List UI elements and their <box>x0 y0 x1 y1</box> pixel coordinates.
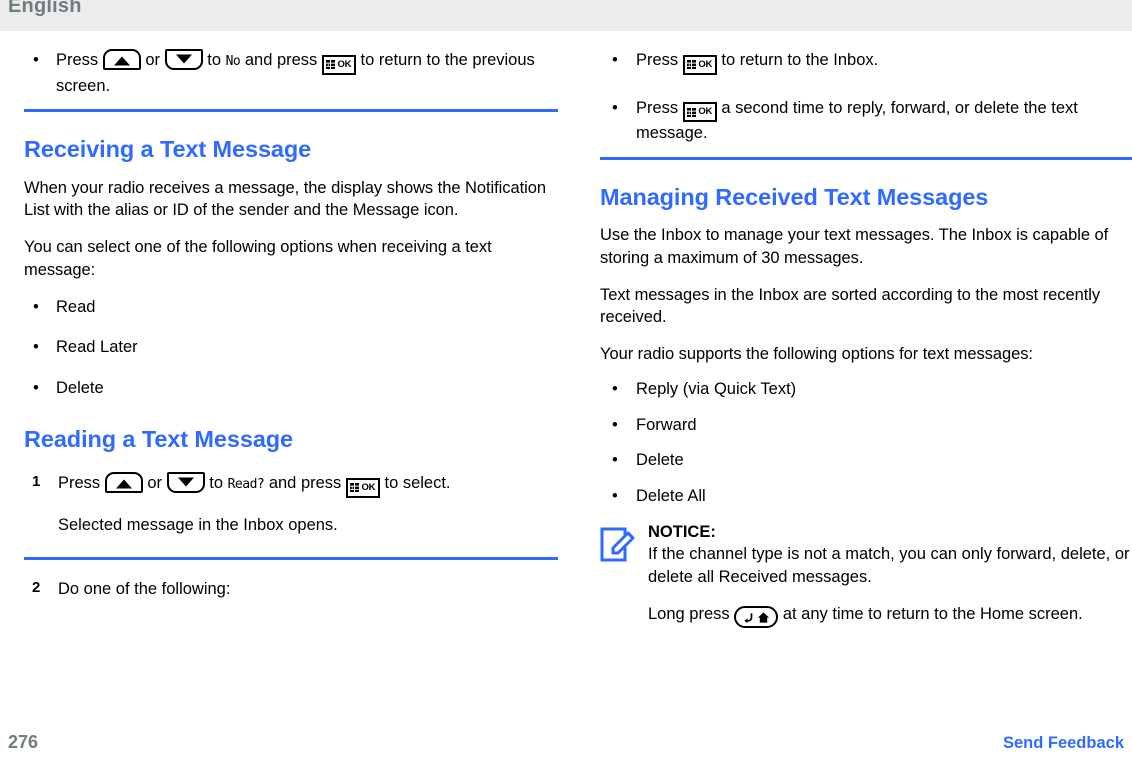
bullet-glyph: • <box>612 379 618 398</box>
ok-key-icon[interactable]: OK <box>321 54 356 75</box>
list-item: • Press or to No and press OK to return … <box>24 49 558 97</box>
lcd-menu-value: No <box>225 54 241 69</box>
bullet-glyph: • <box>612 415 618 434</box>
bullet-glyph: • <box>33 379 39 398</box>
receiving-paragraph-2: You can select one of the following opti… <box>24 238 492 279</box>
option-label: Read <box>56 297 96 316</box>
nav-down-key-icon[interactable] <box>164 49 203 70</box>
list-item: • Delete <box>24 377 558 400</box>
right-column: • Press OK to return to the Inbox. • Pre… <box>600 31 1132 629</box>
managing-paragraph-1: Use the Inbox to manage your text messag… <box>600 226 1109 267</box>
bullet-text-part-b: or <box>145 51 161 69</box>
option-label: Delete <box>56 379 104 398</box>
bullet-glyph: • <box>612 98 618 117</box>
bullet-glyph: • <box>33 297 39 316</box>
notice-title: NOTICE: <box>648 522 716 541</box>
long-press-text-b: at any time to return to the Home screen… <box>782 604 1083 623</box>
step-number: 1 <box>32 473 41 491</box>
long-press-text-a: Long press <box>648 604 730 623</box>
managing-paragraph-3: Your radio supports the following option… <box>600 345 1033 364</box>
step-number: 2 <box>32 578 41 596</box>
menu-grid-icon <box>350 483 360 493</box>
notice-long-press: Long press at any time to return to the … <box>648 603 1132 629</box>
step-2-body: Do one of the following: <box>58 579 231 598</box>
send-feedback-link[interactable]: Send Feedback <box>1003 734 1124 753</box>
page-header-band: English <box>0 0 1132 31</box>
step-text-part-b: or <box>147 474 163 493</box>
option-label: Read Later <box>56 338 138 357</box>
right-top-bullet-list: • Press OK to return to the Inbox. • Pre… <box>600 49 1132 145</box>
left-column: • Press or to No and press OK to return … <box>24 31 558 600</box>
nav-up-key-icon[interactable] <box>104 472 143 494</box>
ok-key-label: OK <box>337 58 352 70</box>
nav-down-key-icon[interactable] <box>166 472 205 494</box>
bullet-glyph: • <box>612 451 618 470</box>
step-2: 2 Do one of the following: <box>24 578 558 601</box>
managing-paragraph-2: Text messages in the Inbox are sorted ac… <box>600 285 1101 327</box>
notice-admonition: NOTICE: If the channel type is not a mat… <box>600 522 1132 629</box>
option-label: Delete <box>636 451 684 470</box>
step-text-part-d: and press <box>268 474 342 493</box>
list-item: • Press OK a second time to reply, forwa… <box>600 97 1132 145</box>
ok-key-label: OK <box>698 106 713 118</box>
bullet-text-part-a: Press <box>56 51 99 69</box>
notice-pencil-icon <box>600 527 635 562</box>
bullet-text-part-c: to <box>207 51 221 69</box>
bullet-glyph: • <box>612 487 618 506</box>
ok-key-icon[interactable]: OK <box>682 54 717 75</box>
menu-grid-icon <box>687 60 697 69</box>
nav-up-key-icon[interactable] <box>102 49 141 70</box>
list-item: • Forward <box>600 414 1132 437</box>
left-top-bullet-list: • Press or to No and press OK to return … <box>24 49 558 97</box>
ok-key-icon[interactable]: OK <box>682 102 717 122</box>
list-item: • Reply (via Quick Text) <box>600 378 1132 401</box>
page-language-label: English <box>8 0 82 17</box>
menu-grid-icon <box>326 60 336 69</box>
list-item: • Delete All <box>600 485 1132 508</box>
step-1-result: Selected message in the Inbox opens. <box>58 515 338 534</box>
option-label: Forward <box>636 415 697 434</box>
home-icon <box>758 612 770 623</box>
page-content: • Press or to No and press OK to return … <box>0 31 1132 725</box>
ok-key-label: OK <box>361 482 376 493</box>
step-1-body: Press or to Read? and press OK to select… <box>58 472 558 536</box>
managing-options-list: • Reply (via Quick Text) • Forward • Del… <box>600 378 1132 508</box>
step-text-part-e: to select. <box>384 474 451 493</box>
bullet-glyph: • <box>33 51 39 69</box>
list-item: • Read <box>24 296 558 319</box>
step-text-part-a: Press <box>58 474 101 493</box>
list-item: • Delete <box>600 449 1132 472</box>
list-item: • Press OK to return to the Inbox. <box>600 49 1132 75</box>
heading-reading-a-text-message: Reading a Text Message <box>24 425 294 452</box>
menu-grid-icon <box>687 107 697 117</box>
bullet-text-part-b: to return to the Inbox. <box>721 51 879 69</box>
step-text-part-c: to <box>209 474 223 493</box>
back-arrow-icon <box>744 613 753 624</box>
bullet-glyph: • <box>33 338 39 357</box>
step-1: 1 Press or to Read? and press OK to sele… <box>24 472 558 536</box>
ok-key-label: OK <box>698 58 713 70</box>
receiving-paragraph-1: When your radio receives a message, the … <box>24 178 547 220</box>
option-label: Reply (via Quick Text) <box>636 379 797 398</box>
receiving-options-list: • Read • Read Later • Delete <box>24 296 558 400</box>
bullet-text-part-d: and press <box>244 51 318 69</box>
page-footer: 276 Send Feedback <box>0 725 1132 762</box>
list-item: • Read Later <box>24 336 558 359</box>
bullet-text-part-a: Press <box>636 98 679 117</box>
ok-key-icon[interactable]: OK <box>345 477 380 498</box>
option-label: Delete All <box>636 487 706 506</box>
heading-receiving-a-text-message: Receiving a Text Message <box>24 136 312 163</box>
back-home-key-icon[interactable] <box>734 606 779 629</box>
page-number: 276 <box>8 732 39 752</box>
notice-body: If the channel type is not a match, you … <box>648 545 1130 587</box>
bullet-glyph: • <box>612 51 618 69</box>
bullet-text-part-a: Press <box>636 51 679 69</box>
heading-managing-received-text-messages: Managing Received Text Messages <box>600 183 989 210</box>
lcd-menu-value: Read? <box>227 477 265 493</box>
